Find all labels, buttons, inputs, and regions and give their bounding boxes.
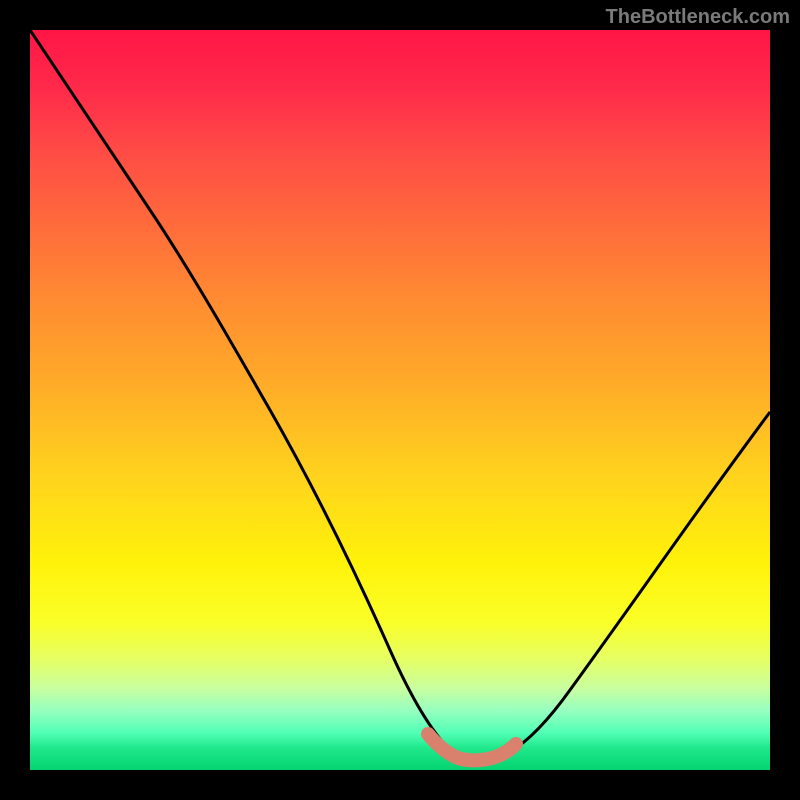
watermark-text: TheBottleneck.com <box>606 6 790 29</box>
chart-plot-area <box>30 30 770 770</box>
chart-container: TheBottleneck.com <box>0 0 800 800</box>
